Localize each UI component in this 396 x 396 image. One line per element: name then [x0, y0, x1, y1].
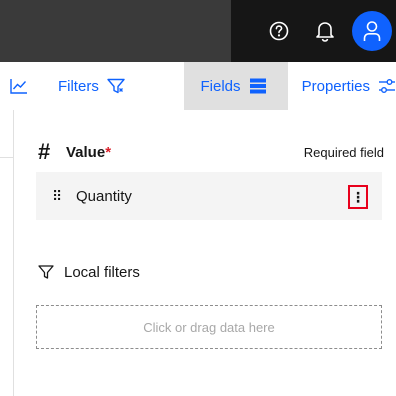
filter-icon: [107, 78, 125, 94]
filter-icon: [38, 265, 54, 279]
field-name: Quantity: [76, 187, 132, 205]
tab-properties[interactable]: Properties: [288, 62, 396, 110]
notifications-button[interactable]: [302, 8, 348, 54]
drop-zone-hint: Click or drag data here: [143, 319, 275, 335]
required-asterisk: *: [105, 143, 112, 161]
overflow-menu-button[interactable]: ⋮: [348, 185, 368, 209]
user-avatar-button[interactable]: [352, 11, 392, 51]
local-filters-header: Local filters: [38, 262, 140, 282]
tab-properties-label: Properties: [301, 77, 370, 95]
header-actions: [231, 0, 396, 62]
filter-drop-zone[interactable]: Click or drag data here: [36, 305, 382, 349]
numeric-field-icon: #: [38, 139, 51, 164]
top-header-bar: [0, 0, 396, 62]
settings-adjust-icon: [379, 79, 395, 93]
local-filters-label: Local filters: [64, 263, 140, 281]
help-icon: [269, 21, 289, 41]
required-field-text: Required field: [303, 144, 384, 160]
value-section-title: Value: [66, 143, 106, 161]
tab-fields[interactable]: Fields: [184, 62, 288, 110]
tab-filters[interactable]: Filters: [40, 62, 185, 110]
data-table-icon: [249, 78, 266, 94]
tab-filters-label: Filters: [57, 77, 99, 95]
tab-visualization[interactable]: [0, 62, 40, 110]
value-section-header: # Value * Required field: [38, 141, 384, 163]
header-spacer: [0, 0, 231, 62]
help-button[interactable]: [256, 8, 302, 54]
left-rail-divider: [0, 110, 14, 396]
line-chart-icon: [10, 79, 27, 94]
user-icon: [363, 21, 381, 41]
field-item-quantity[interactable]: ⠿ Quantity ⋮: [36, 172, 382, 220]
panel-toolbar: Filters Fields Properties: [0, 62, 396, 110]
overflow-menu-icon: ⋮: [351, 189, 365, 205]
rail-tick: [0, 157, 14, 158]
tab-fields-label: Fields: [200, 77, 241, 95]
notification-icon: [316, 22, 334, 42]
drag-handle-icon[interactable]: ⠿: [52, 189, 66, 203]
